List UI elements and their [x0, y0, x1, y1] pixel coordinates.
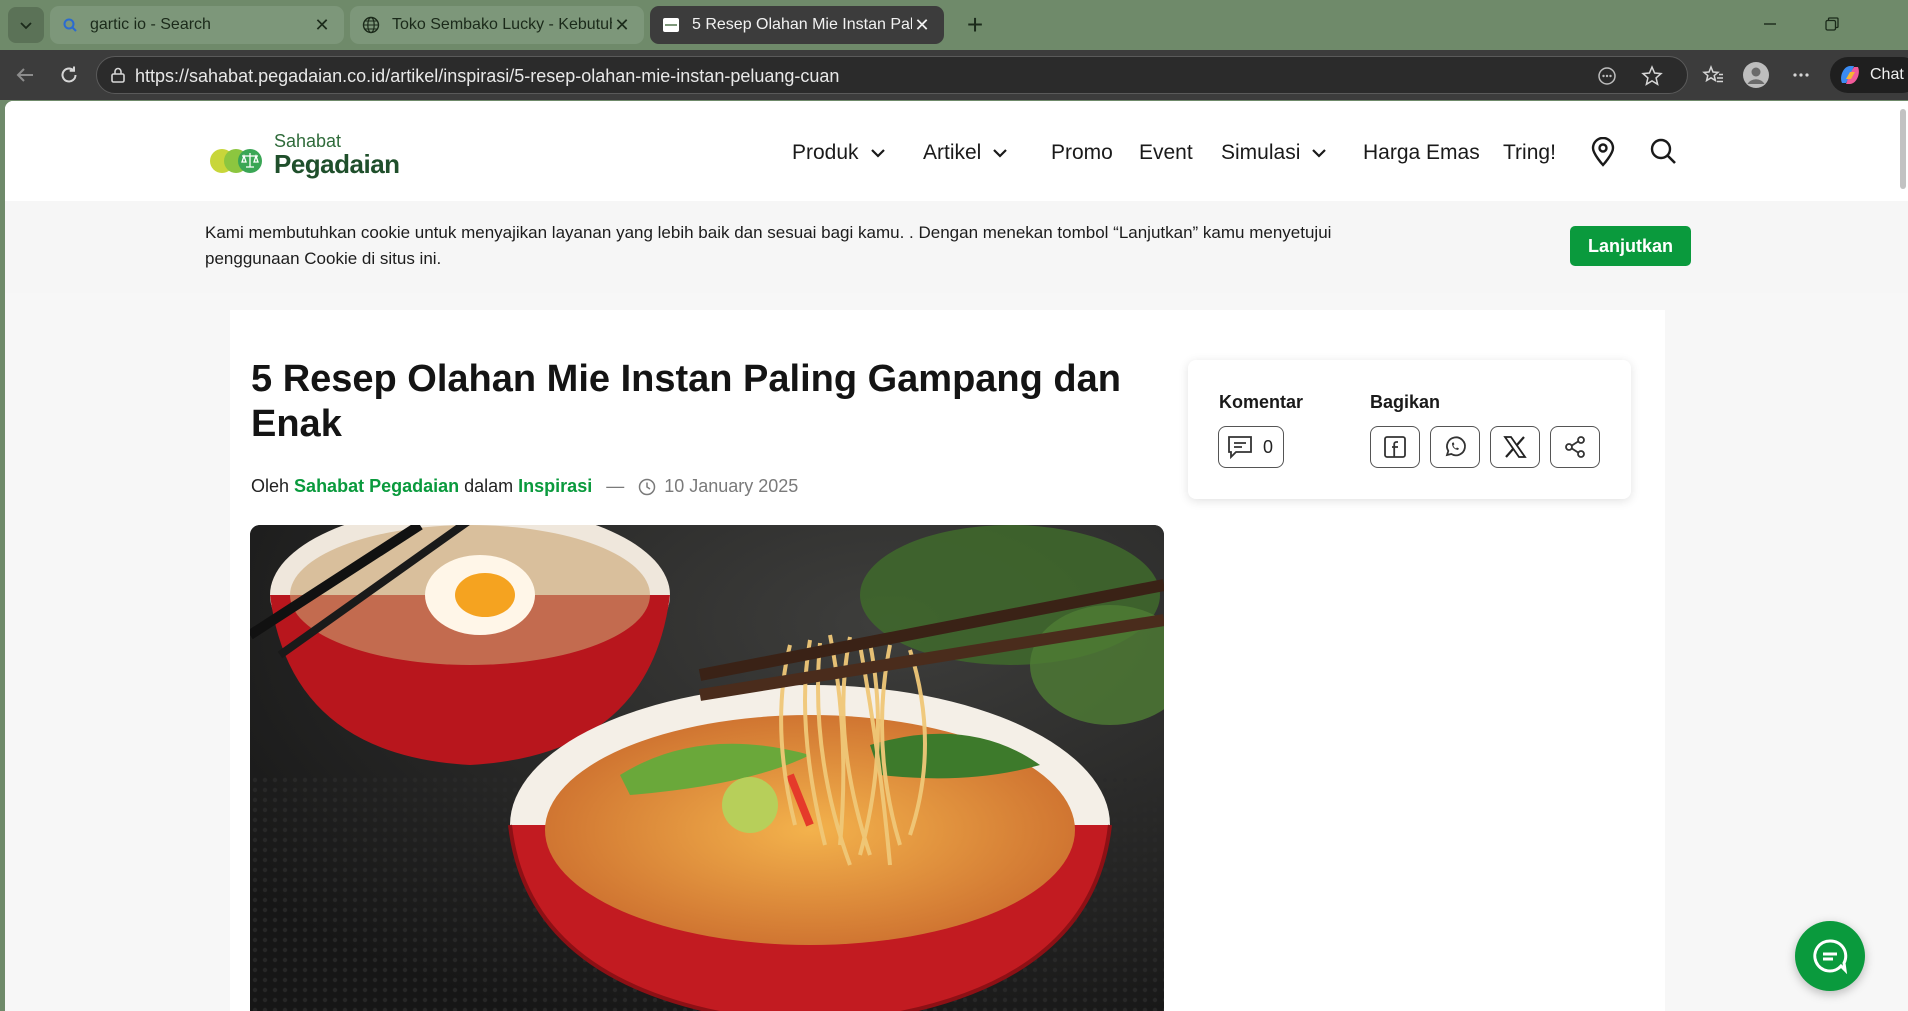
article-hero-image [250, 525, 1164, 1011]
noodle-bowl-illustration [250, 525, 1164, 1011]
logo-scale-icon [210, 149, 262, 173]
copilot-chat-button[interactable]: Chat [1830, 57, 1908, 93]
url-text[interactable]: https://sahabat.pegadaian.co.id/artikel/… [135, 66, 839, 87]
byline-in: dalam [464, 476, 514, 496]
cookie-message: Kami membutuhkan cookie untuk menyajikan… [205, 223, 1332, 268]
chat-bubble-icon [1813, 939, 1848, 975]
nav-event[interactable]: Event [1139, 141, 1193, 165]
more-options-button[interactable] [1786, 60, 1816, 90]
tab-toko-sembako[interactable]: Toko Sembako Lucky - Kebutuhan ✕ [350, 6, 644, 44]
whatsapp-icon [1445, 436, 1466, 457]
profile-button[interactable] [1741, 60, 1771, 90]
comment-count: 0 [1263, 436, 1274, 457]
back-button[interactable] [10, 60, 40, 90]
search-icon [63, 18, 77, 32]
nav-harga-emas-label: Harga Emas [1363, 141, 1480, 164]
refresh-icon [61, 66, 77, 83]
share-facebook-button[interactable] [1370, 426, 1420, 468]
share-icon [1565, 436, 1585, 458]
byline-prefix: Oleh [251, 476, 290, 496]
location-pin-icon [1591, 137, 1615, 167]
new-tab-button[interactable]: + [958, 8, 992, 42]
byline-separator: — [606, 476, 625, 496]
site-favicon-icon [663, 18, 679, 32]
nav-simulasi[interactable]: Simulasi [1221, 141, 1328, 165]
minimize-button[interactable] [1742, 6, 1798, 42]
chevron-down-icon [1312, 149, 1327, 158]
search-button[interactable] [1649, 137, 1677, 165]
refresh-button[interactable] [54, 60, 84, 90]
nav-artikel-label: Artikel [923, 141, 982, 164]
favorites-list-icon [1702, 64, 1723, 83]
chat-support-button[interactable] [1795, 921, 1865, 991]
comments-button[interactable]: 0 [1218, 426, 1284, 468]
nav-simulasi-label: Simulasi [1221, 141, 1301, 164]
favorites-button[interactable] [1698, 60, 1728, 90]
address-bar[interactable]: https://sahabat.pegadaian.co.id/artikel/… [96, 56, 1688, 94]
article-title: 5 Resep Olahan Mie Instan Paling Gampang… [251, 358, 1121, 445]
nav-promo-label: Promo [1051, 141, 1113, 164]
page-scrollbar-thumb[interactable] [1900, 109, 1906, 189]
tab-close-button[interactable]: ✕ [912, 15, 932, 35]
tab-gartic-search[interactable]: gartic io - Search ✕ [50, 6, 344, 44]
globe-icon [362, 16, 380, 34]
restore-icon [1825, 17, 1839, 31]
tab-resep-mie-active[interactable]: 5 Resep Olahan Mie Instan Paling G ✕ [650, 6, 944, 44]
tab-title: gartic io - Search [90, 16, 211, 33]
logo-text-bottom: Pegadaian [274, 149, 400, 179]
clock-icon [638, 478, 656, 495]
cookie-accept-button[interactable]: Lanjutkan [1570, 226, 1691, 266]
nav-promo[interactable]: Promo [1051, 141, 1113, 165]
share-x-button[interactable] [1490, 426, 1540, 468]
avatar-icon [1743, 62, 1769, 88]
back-arrow-icon [16, 68, 33, 82]
nav-harga-emas[interactable]: Harga Emas [1363, 141, 1480, 165]
share-more-button[interactable] [1550, 426, 1600, 468]
comment-bubble-icon [1228, 436, 1252, 459]
nav-tring-label: Tring! [1503, 141, 1556, 164]
chevron-down-icon [870, 149, 885, 158]
more-dots-icon [1793, 73, 1809, 77]
minimize-icon [1764, 23, 1776, 25]
location-button[interactable] [1590, 137, 1616, 167]
author-link[interactable]: Sahabat Pegadaian [294, 476, 459, 497]
page-viewport: Sahabat Pegadaian Produk Artikel Promo E… [5, 101, 1908, 1011]
tab-title: 5 Resep Olahan Mie Instan Paling G [692, 16, 912, 33]
nav-tring[interactable]: Tring! [1503, 141, 1556, 165]
search-icon [1650, 138, 1676, 164]
nav-produk-label: Produk [792, 141, 859, 164]
tab-close-button[interactable]: ✕ [612, 15, 632, 35]
favorite-star-icon[interactable] [1641, 65, 1663, 87]
article-byline: Oleh Sahabat Pegadaian dalam Inspirasi —… [251, 476, 798, 497]
reading-mode-icon[interactable] [1597, 66, 1617, 86]
nav-artikel[interactable]: Artikel [923, 141, 1009, 165]
site-header: Sahabat Pegadaian Produk Artikel Promo E… [5, 101, 1908, 201]
comments-label: Komentar [1219, 392, 1304, 412]
browser-toolbar: https://sahabat.pegadaian.co.id/artikel/… [0, 50, 1908, 100]
publish-date: 10 January 2025 [664, 476, 799, 496]
nav-produk[interactable]: Produk [792, 141, 887, 165]
category-link[interactable]: Inspirasi [518, 476, 592, 497]
facebook-icon [1384, 436, 1406, 458]
lock-icon [111, 67, 125, 83]
browser-tab-bar: gartic io - Search ✕ Toko Sembako Lucky … [0, 0, 1908, 50]
chevron-down-icon [993, 149, 1008, 158]
tab-list-button[interactable] [8, 7, 44, 43]
site-logo[interactable]: Sahabat Pegadaian [208, 131, 408, 181]
tab-close-button[interactable]: ✕ [312, 15, 332, 35]
tab-title: Toko Sembako Lucky - Kebutuhan [392, 16, 612, 33]
share-whatsapp-button[interactable] [1430, 426, 1480, 468]
share-label: Bagikan [1370, 392, 1441, 412]
chevron-down-icon [20, 22, 32, 30]
chat-label: Chat [1870, 66, 1904, 83]
copilot-icon [1841, 66, 1859, 84]
share-card: Komentar Bagikan 0 [1188, 360, 1631, 499]
restore-button[interactable] [1804, 6, 1860, 42]
nav-event-label: Event [1139, 141, 1193, 164]
x-twitter-icon [1503, 436, 1527, 458]
